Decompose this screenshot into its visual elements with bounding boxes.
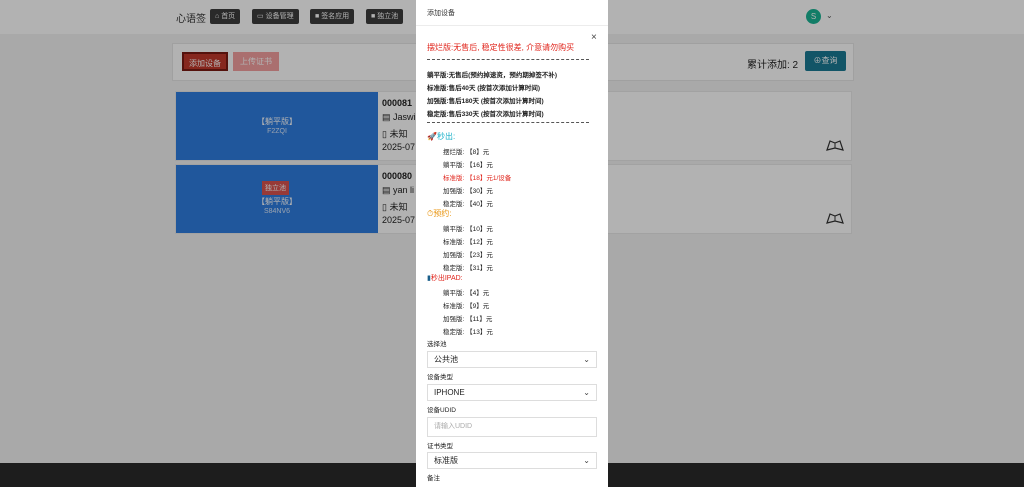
divider (427, 122, 589, 123)
pool-value: 公共池 (434, 355, 458, 364)
price-item: 摆烂版: 【8】元 (443, 149, 490, 156)
add-device-modal: 添加设备 × 摆烂版:无售后, 稳定性很差, 介意请勿购买 躺平版:无售后(预约… (416, 0, 608, 487)
note-label: 备注 (427, 475, 440, 482)
section-instant: 🚀秒出: (427, 131, 455, 142)
section-title: 预约: (433, 209, 452, 218)
udid-label: 设备UDID (427, 407, 456, 414)
chevron-down-icon: ⌄ (583, 456, 590, 465)
modal-title: 添加设备 (427, 10, 455, 17)
cert-type-select[interactable]: 标准版 ⌄ (427, 452, 597, 469)
price-item: 躺平版: 【10】元 (443, 226, 493, 233)
pool-label: 选择池 (427, 341, 447, 348)
price-item: 稳定版: 【31】元 (443, 265, 493, 272)
price-item: 标准版: 【12】元 (443, 239, 493, 246)
section-ipad: ▮秒出IPAD: (427, 273, 463, 283)
chevron-down-icon: ⌄ (583, 388, 590, 397)
udid-input[interactable]: 请输入UDID (427, 417, 597, 437)
price-item: 稳定版: 【13】元 (443, 329, 493, 336)
device-type-label: 设备类型 (427, 374, 453, 381)
divider (427, 59, 589, 60)
price-item: 标准版: 【9】元 (443, 303, 490, 310)
rocket-icon: 🚀 (427, 132, 437, 141)
pool-select[interactable]: 公共池 ⌄ (427, 351, 597, 368)
section-title: 秒出: (436, 132, 456, 141)
price-item-highlight: 标准版: 【18】元1/设备 (443, 175, 512, 182)
section-title: 秒出IPAD: (430, 275, 463, 282)
device-type-value: IPHONE (434, 388, 465, 397)
price-item: 加强版: 【23】元 (443, 252, 493, 259)
warning-text: 摆烂版:无售后, 稳定性很差, 介意请勿购买 (427, 43, 575, 52)
chevron-down-icon: ⌄ (583, 355, 590, 364)
info-line: 躺平版:无售后(预约掉速资，预约期掉签不补) (427, 72, 557, 79)
price-item: 躺平版: 【16】元 (443, 162, 493, 169)
close-icon[interactable]: × (591, 32, 597, 43)
price-item: 躺平版: 【4】元 (443, 290, 490, 297)
info-line: 标准版:售后40天 (按首次添加计算时间) (427, 85, 541, 92)
info-line: 稳定版:售后330天 (按首次添加计算时间) (427, 111, 544, 118)
section-reserve: ⏱预约: (427, 208, 451, 219)
price-item: 加强版: 【11】元 (443, 316, 493, 323)
cert-type-value: 标准版 (434, 456, 458, 465)
modal-header: 添加设备 (416, 0, 608, 26)
info-line: 加强版:售后180天 (按首次添加计算时间) (427, 98, 544, 105)
price-item: 稳定版: 【40】元 (443, 201, 493, 208)
device-type-select[interactable]: IPHONE ⌄ (427, 384, 597, 401)
cert-type-label: 证书类型 (427, 443, 453, 450)
price-item: 加强版: 【30】元 (443, 188, 493, 195)
